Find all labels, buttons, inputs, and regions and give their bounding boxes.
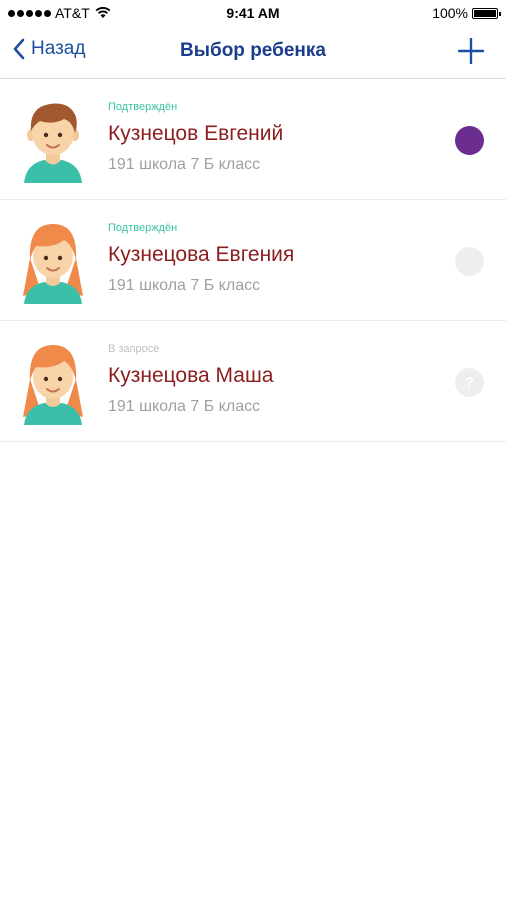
question-icon[interactable]: ? xyxy=(455,368,484,397)
unselected-indicator[interactable] xyxy=(455,247,484,276)
child-name: Кузнецова Маша xyxy=(108,364,274,387)
child-row-kuznetsov-evgeny[interactable]: Подтверждён Кузнецов Евгений 191 школа 7… xyxy=(0,79,506,200)
child-row-kuznetsova-evgenia[interactable]: Подтверждён Кузнецова Евгения 191 школа … xyxy=(0,200,506,321)
battery-icon xyxy=(472,7,501,19)
child-name: Кузнецов Евгений xyxy=(108,122,284,145)
child-status: Подтверждён xyxy=(108,101,178,113)
boy-avatar-icon xyxy=(24,103,82,183)
child-row-kuznetsova-masha[interactable]: В запросе Кузнецова Маша 191 школа 7 Б к… xyxy=(0,321,506,442)
battery-percent: 100% xyxy=(432,5,468,21)
child-name: Кузнецова Евгения xyxy=(108,243,295,266)
child-status: Подтверждён xyxy=(108,222,178,234)
child-school: 191 школа 7 Б класс xyxy=(108,398,261,415)
plus-icon xyxy=(457,37,485,65)
girl-avatar-icon xyxy=(23,345,83,425)
child-school: 191 школа 7 Б класс xyxy=(108,156,261,173)
child-school: 191 школа 7 Б класс xyxy=(108,277,261,294)
selected-indicator[interactable] xyxy=(455,126,484,155)
status-bar: AT&T 9:41 AM 100% xyxy=(0,0,506,26)
page-title: Выбор ребенка xyxy=(180,40,326,61)
navigation-bar: Назад Выбор ребенка xyxy=(0,26,506,79)
status-time: 9:41 AM xyxy=(226,5,280,21)
child-status: В запросе xyxy=(108,343,160,355)
girl-avatar-icon xyxy=(23,224,83,304)
add-child-button[interactable] xyxy=(457,37,485,69)
status-right: 100% xyxy=(432,5,501,21)
children-list: Подтверждён Кузнецов Евгений 191 школа 7… xyxy=(0,79,506,442)
